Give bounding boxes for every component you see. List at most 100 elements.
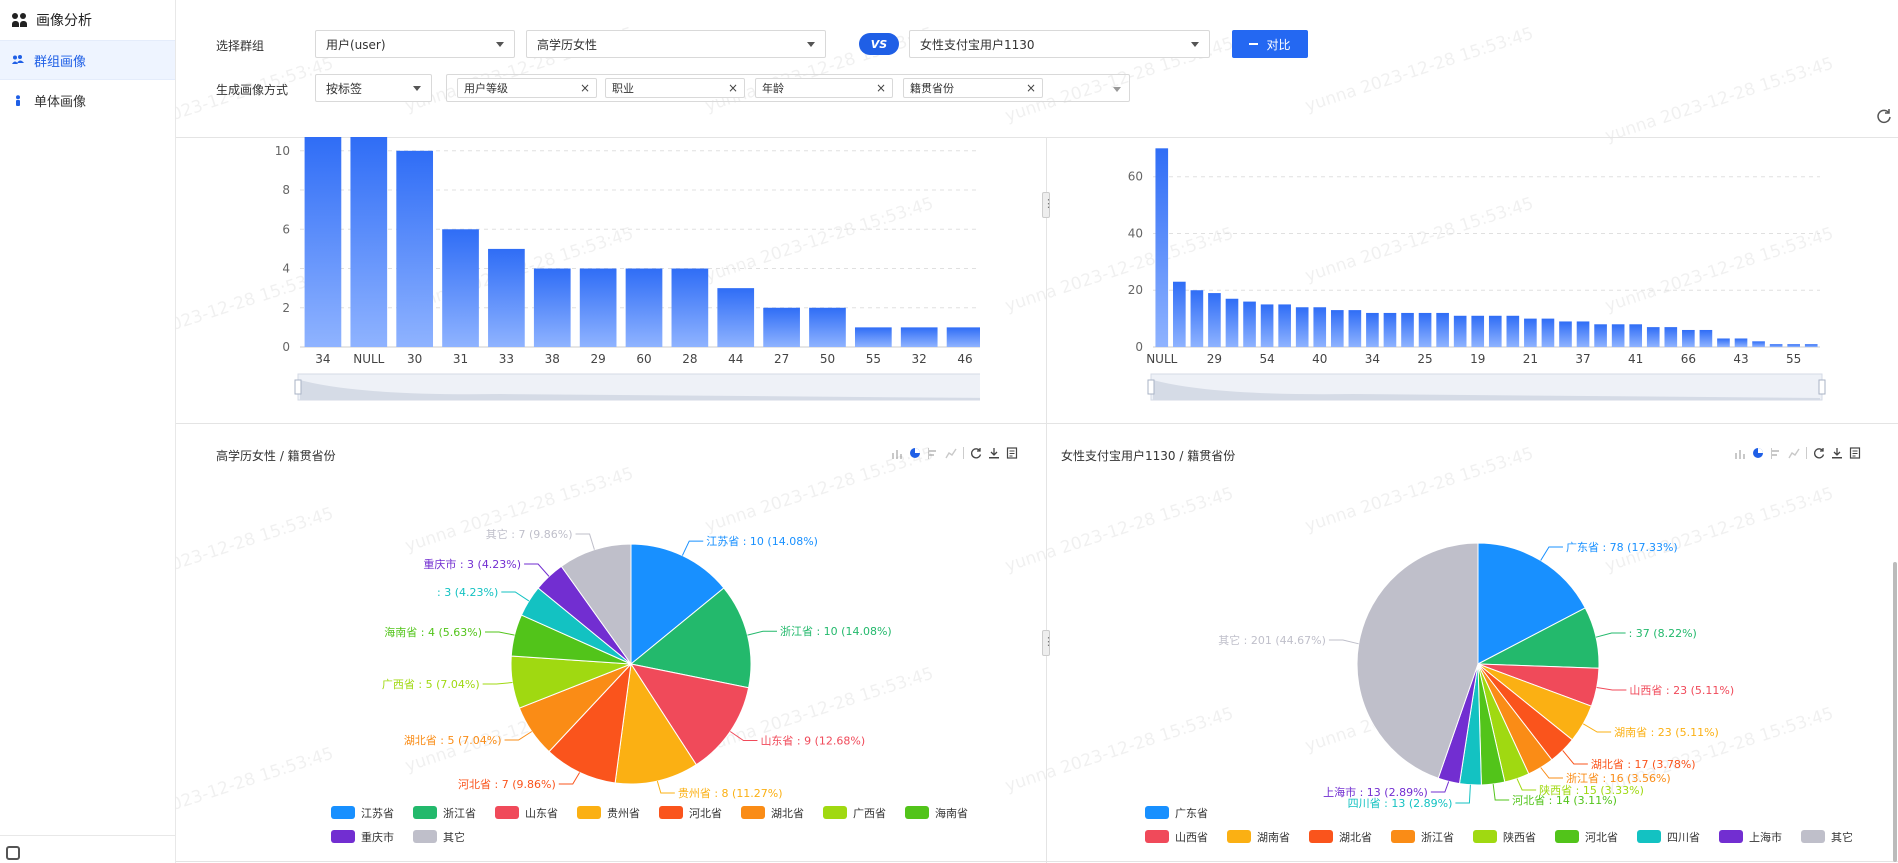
bar[interactable]: [1173, 281, 1186, 347]
legend-label[interactable]: 其它: [1831, 830, 1853, 844]
close-icon[interactable]: ×: [728, 81, 738, 95]
legend-label[interactable]: 四川省: [1667, 831, 1700, 844]
bar[interactable]: [1541, 318, 1555, 347]
refresh-icon[interactable]: [1876, 108, 1892, 124]
bar[interactable]: [1506, 315, 1520, 347]
legend-swatch[interactable]: [1391, 830, 1415, 843]
legend-swatch[interactable]: [1145, 830, 1169, 843]
legend-swatch[interactable]: [331, 830, 355, 843]
bar[interactable]: [671, 268, 709, 347]
bar[interactable]: [1436, 312, 1449, 347]
legend-label[interactable]: 湖南省: [1257, 831, 1290, 844]
bar[interactable]: [1717, 338, 1730, 347]
bar[interactable]: [717, 288, 755, 347]
horizontal-bar-icon[interactable]: [1770, 447, 1782, 459]
legend-label[interactable]: 陕西省: [1503, 830, 1536, 844]
legend-swatch[interactable]: [1801, 830, 1825, 843]
close-icon[interactable]: ×: [876, 81, 886, 95]
legend-label[interactable]: 其它: [443, 830, 465, 844]
bar[interactable]: [1366, 312, 1379, 347]
zoom-handle[interactable]: [1147, 379, 1155, 395]
legend-swatch[interactable]: [331, 806, 355, 819]
bar[interactable]: [1295, 307, 1309, 347]
bar[interactable]: [1734, 338, 1748, 347]
close-icon[interactable]: ×: [1026, 81, 1036, 95]
method-select[interactable]: 按标签: [315, 74, 432, 102]
bar[interactable]: [1401, 312, 1414, 347]
bar[interactable]: [1260, 304, 1274, 347]
tag-multiselect[interactable]: 用户等级 × 职业 × 年龄 × 籍贯省份 ×: [446, 74, 1130, 102]
bar[interactable]: [809, 307, 846, 347]
legend-label[interactable]: 湖北省: [771, 807, 804, 820]
bar[interactable]: [1682, 329, 1695, 347]
legend-label[interactable]: 广东省: [1175, 807, 1208, 820]
legend-swatch[interactable]: [495, 806, 519, 819]
bar-chart-icon[interactable]: [891, 447, 903, 459]
legend-label[interactable]: 山东省: [525, 807, 558, 820]
legend-swatch[interactable]: [1637, 830, 1661, 843]
bar[interactable]: [1155, 148, 1169, 347]
bar[interactable]: [533, 268, 571, 347]
legend-label[interactable]: 湖北省: [1339, 831, 1372, 844]
bar[interactable]: [900, 327, 938, 347]
bar[interactable]: [763, 307, 800, 347]
download-icon[interactable]: [1831, 447, 1843, 459]
legend-label[interactable]: 上海市: [1749, 830, 1782, 844]
bar[interactable]: [488, 248, 525, 347]
bar[interactable]: [1278, 304, 1291, 347]
bar[interactable]: [350, 137, 388, 347]
compare-button[interactable]: 对比: [1232, 30, 1308, 58]
legend-swatch[interactable]: [905, 806, 929, 819]
bar[interactable]: [1488, 315, 1502, 347]
bar[interactable]: [1787, 344, 1800, 347]
legend-swatch[interactable]: [823, 806, 847, 819]
group-b-select[interactable]: 女性支付宝用户1130: [909, 30, 1210, 58]
legend-label[interactable]: 浙江省: [1421, 831, 1454, 844]
bar[interactable]: [1559, 321, 1572, 347]
bar[interactable]: [1418, 312, 1432, 347]
line-chart-icon[interactable]: [1788, 447, 1800, 459]
zoom-handle[interactable]: [294, 379, 302, 395]
group-type-select[interactable]: 用户(user): [315, 30, 515, 58]
line-chart-icon[interactable]: [945, 447, 957, 459]
bar[interactable]: [1330, 310, 1344, 347]
legend-label[interactable]: 河北省: [1585, 831, 1618, 844]
legend-label[interactable]: 河北省: [689, 807, 722, 820]
legend-swatch[interactable]: [1309, 830, 1333, 843]
legend-label[interactable]: 浙江省: [443, 807, 476, 820]
close-icon[interactable]: ×: [580, 81, 590, 95]
bar[interactable]: [1453, 315, 1467, 347]
bar[interactable]: [1225, 298, 1239, 347]
legend-swatch[interactable]: [1227, 830, 1251, 843]
legend-label[interactable]: 山西省: [1175, 831, 1208, 844]
bar[interactable]: [442, 229, 479, 347]
bar[interactable]: [1664, 327, 1678, 347]
bar[interactable]: [625, 268, 663, 347]
download-icon[interactable]: [988, 447, 1000, 459]
legend-swatch[interactable]: [1719, 830, 1743, 843]
bar[interactable]: [1383, 312, 1397, 347]
data-view-icon[interactable]: [1006, 447, 1018, 459]
bar[interactable]: [1629, 324, 1643, 347]
refresh-icon[interactable]: [970, 447, 982, 459]
legend-swatch[interactable]: [577, 806, 601, 819]
legend-label[interactable]: 贵州省: [607, 807, 640, 820]
sidebar-item-group-portrait[interactable]: 群组画像: [0, 40, 175, 80]
bar[interactable]: [1243, 301, 1256, 347]
bar[interactable]: [1471, 315, 1485, 347]
legend-swatch[interactable]: [413, 830, 437, 843]
bar[interactable]: [1611, 324, 1625, 347]
bar[interactable]: [1348, 310, 1362, 347]
bar[interactable]: [579, 268, 617, 347]
bar[interactable]: [1190, 290, 1204, 347]
legend-label[interactable]: 江苏省: [361, 807, 394, 820]
pie-chart-icon[interactable]: [1752, 447, 1764, 459]
bar[interactable]: [1769, 344, 1783, 347]
bar[interactable]: [1524, 318, 1537, 347]
bar[interactable]: [854, 327, 892, 347]
legend-swatch[interactable]: [659, 806, 683, 819]
bar[interactable]: [396, 150, 434, 347]
scrollbar[interactable]: [1893, 562, 1897, 862]
legend-label[interactable]: 广西省: [853, 807, 886, 820]
bar[interactable]: [304, 137, 342, 347]
